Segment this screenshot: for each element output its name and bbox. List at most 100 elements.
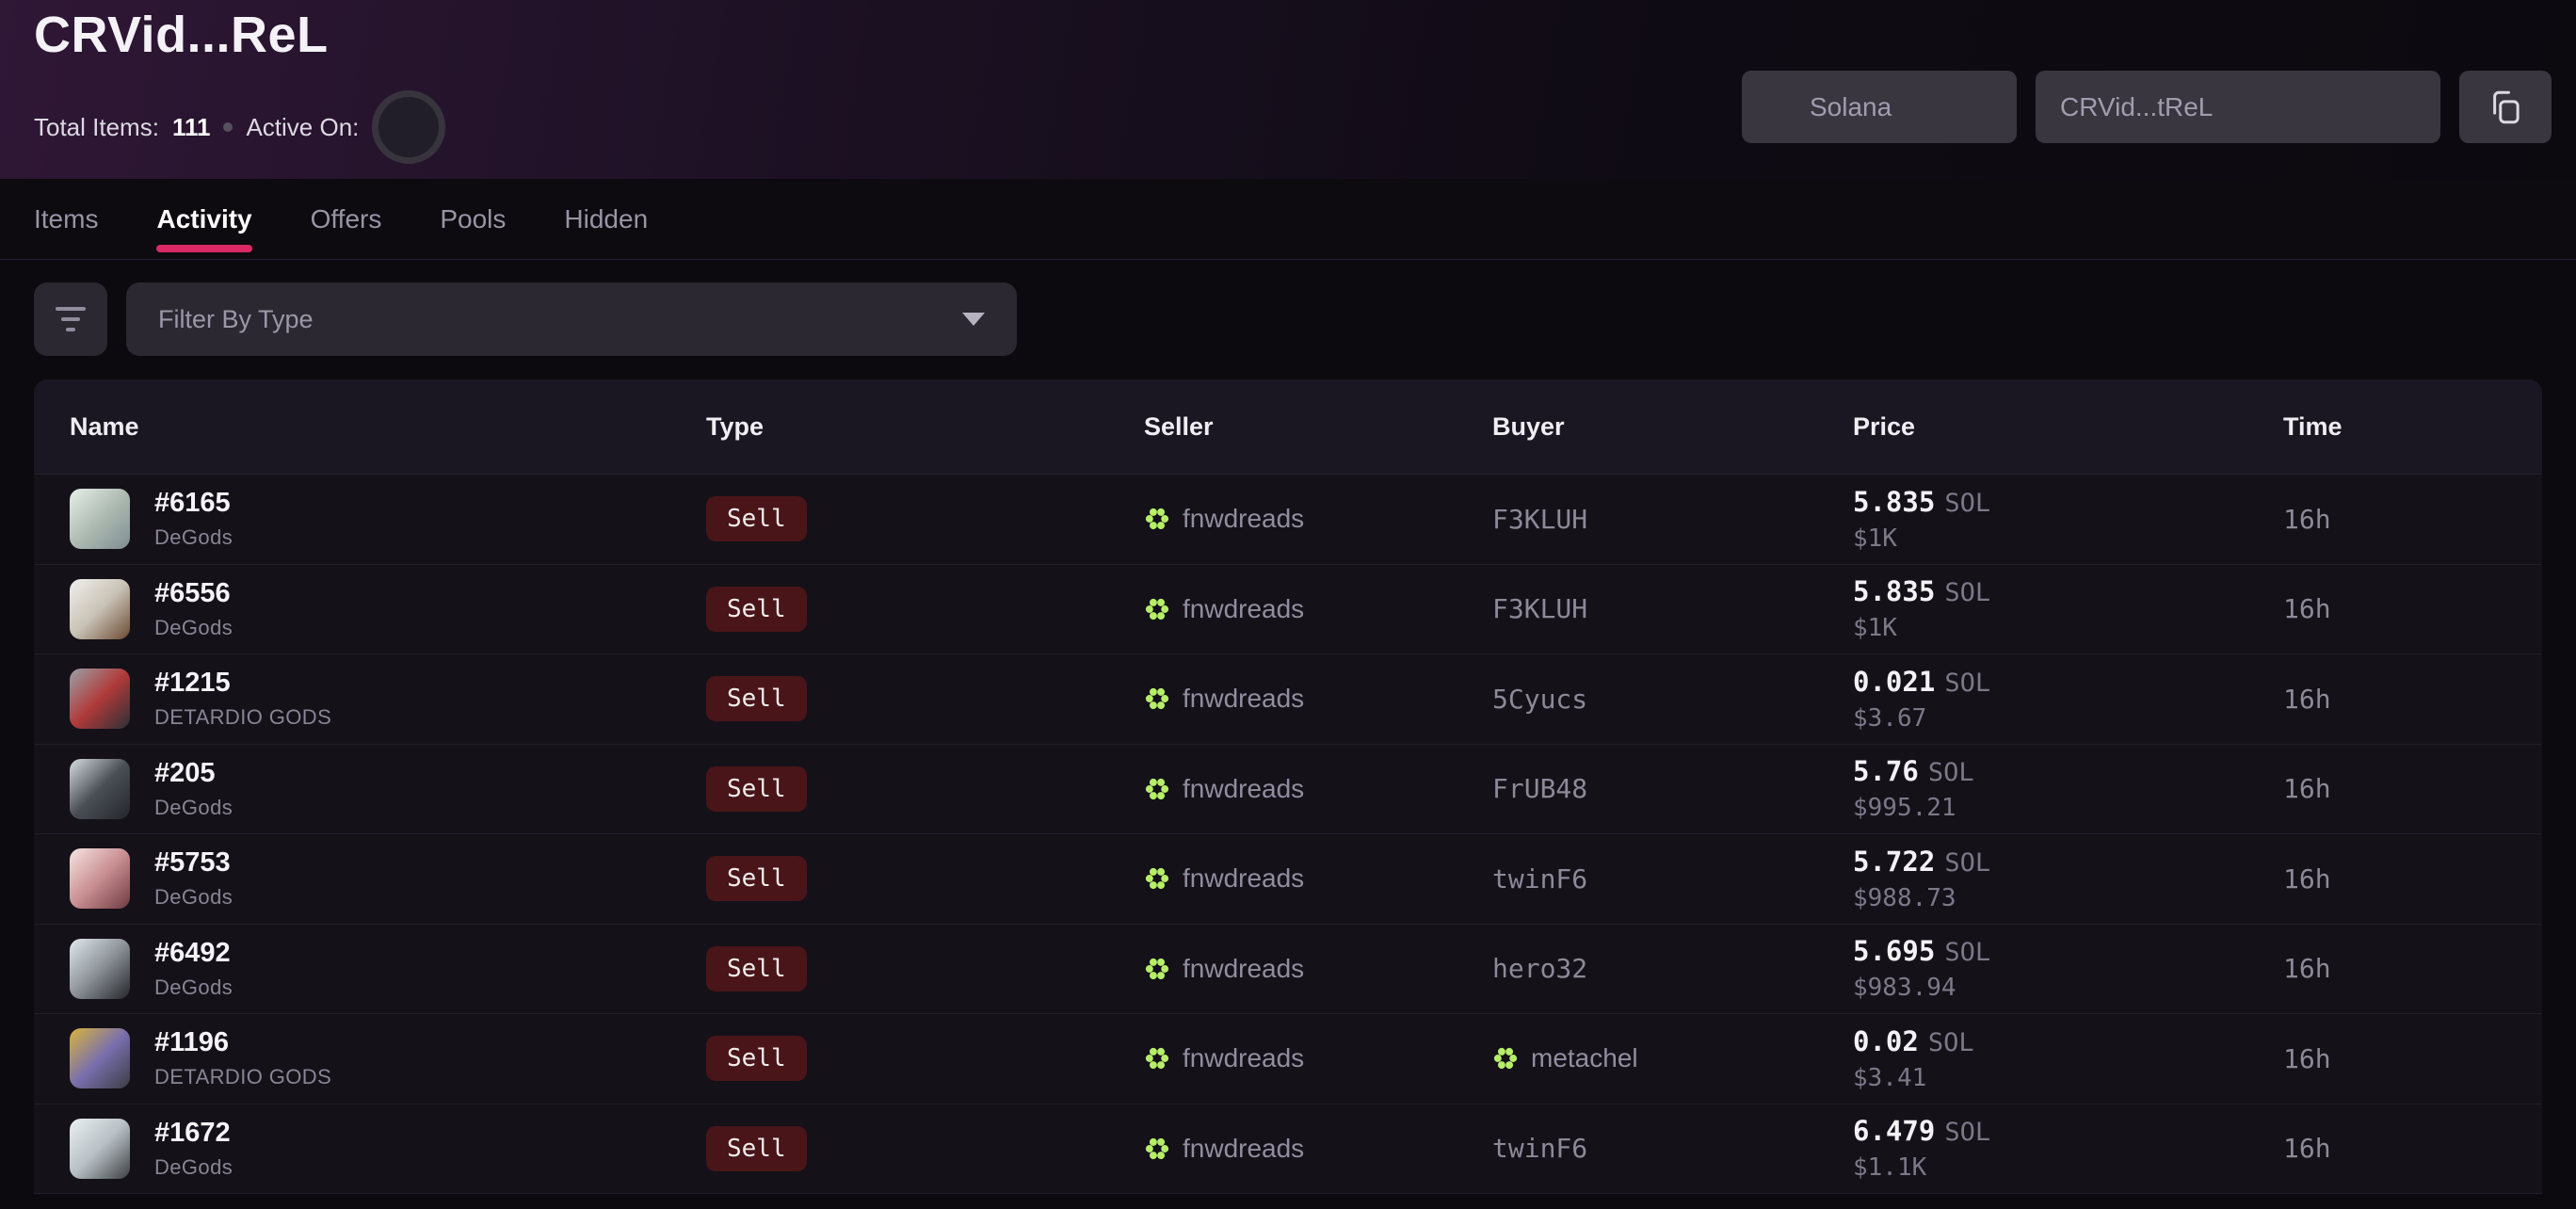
seller-name: fnwdreads: [1183, 1134, 1304, 1164]
nft-name-cell[interactable]: #5753 DeGods: [70, 847, 706, 910]
buyer-name: metachel: [1531, 1043, 1638, 1073]
price-cell: 5.835 SOL $1K: [1853, 575, 2283, 642]
col-type: Type: [706, 412, 1144, 442]
copy-icon: [2486, 88, 2525, 127]
seller-cell[interactable]: fnwdreads: [1144, 863, 1492, 894]
table-row[interactable]: #5753 DeGods Sell fnwdreads twinF6: [34, 834, 2542, 925]
price-sol-value: 0.021: [1853, 666, 1935, 698]
nft-token-id: #205: [154, 758, 233, 789]
sell-type-badge: Sell: [706, 496, 807, 541]
price-cell: 5.76 SOL $995.21: [1853, 755, 2283, 822]
seller-name: fnwdreads: [1183, 684, 1304, 714]
table-row[interactable]: #6556 DeGods Sell fnwdreads F3KLUH: [34, 565, 2542, 655]
type-cell: Sell: [706, 496, 1144, 541]
time-cell: 16h: [2283, 1043, 2506, 1074]
buyer-cell[interactable]: hero32: [1492, 953, 1853, 984]
price-sol-value: 5.76: [1853, 755, 1919, 787]
nft-thumbnail[interactable]: [70, 848, 130, 909]
type-cell: Sell: [706, 766, 1144, 812]
table-row[interactable]: #6492 DeGods Sell fnwdreads hero32: [34, 925, 2542, 1015]
seller-cell[interactable]: fnwdreads: [1144, 1134, 1492, 1164]
buyer-cell[interactable]: metachel: [1492, 1043, 1853, 1073]
price-usd-value: $1K: [1853, 524, 2283, 553]
nft-token-id: #1215: [154, 668, 331, 699]
table-row[interactable]: #1215 DETARDIO GODS Sell fnwdreads: [34, 654, 2542, 745]
seller-name: fnwdreads: [1183, 774, 1304, 804]
tab-items[interactable]: Items: [34, 179, 98, 259]
dot-separator: [223, 122, 233, 132]
seller-cell[interactable]: fnwdreads: [1144, 684, 1492, 714]
buyer-cell[interactable]: F3KLUH: [1492, 504, 1853, 535]
filter-button[interactable]: [34, 282, 107, 356]
buyer-cell[interactable]: twinF6: [1492, 863, 1853, 895]
activity-table: Name Type Seller Buyer Price Time #6165 …: [34, 379, 2542, 1194]
solana-chain-badge[interactable]: [372, 90, 445, 164]
tab-pools[interactable]: Pools: [440, 179, 506, 259]
seller-name: fnwdreads: [1183, 863, 1304, 894]
nft-token-id: #6165: [154, 488, 233, 519]
nft-thumbnail[interactable]: [70, 759, 130, 819]
buyer-cell[interactable]: F3KLUH: [1492, 593, 1853, 624]
nft-thumbnail[interactable]: [70, 939, 130, 999]
nft-thumbnail[interactable]: [70, 579, 130, 639]
nft-name-cell[interactable]: #6556 DeGods: [70, 578, 706, 640]
filter-by-type-dropdown[interactable]: Filter By Type: [126, 282, 1017, 356]
nft-name-cell[interactable]: #205 DeGods: [70, 758, 706, 820]
seller-cell[interactable]: fnwdreads: [1144, 504, 1492, 534]
nft-name-cell[interactable]: #6492 DeGods: [70, 938, 706, 1000]
price-cell: 6.479 SOL $1.1K: [1853, 1115, 2283, 1182]
seller-cell[interactable]: fnwdreads: [1144, 1043, 1492, 1073]
buyer-cell[interactable]: FrUB48: [1492, 773, 1853, 804]
seller-cell[interactable]: fnwdreads: [1144, 774, 1492, 804]
nft-token-id: #6556: [154, 578, 233, 609]
seller-verified-flower-icon: [1144, 1045, 1170, 1072]
activity-filter-row: Filter By Type: [0, 282, 2576, 356]
tab-hidden[interactable]: Hidden: [564, 179, 648, 259]
seller-cell[interactable]: fnwdreads: [1144, 594, 1492, 624]
buyer-cell[interactable]: 5Cyucs: [1492, 684, 1853, 715]
table-row[interactable]: #6165 DeGods Sell fnwdreads F3KLUH: [34, 475, 2542, 565]
seller-cell[interactable]: fnwdreads: [1144, 954, 1492, 984]
sell-type-badge: Sell: [706, 766, 807, 812]
seller-name: fnwdreads: [1183, 954, 1304, 984]
copy-address-button[interactable]: [2459, 71, 2552, 143]
seller-verified-flower-icon: [1144, 596, 1170, 622]
nft-token-id: #1196: [154, 1027, 331, 1058]
nft-thumbnail[interactable]: [70, 489, 130, 549]
nft-name-cell[interactable]: #1215 DETARDIO GODS: [70, 668, 706, 730]
table-row[interactable]: #1672 DeGods Sell fnwdreads twinF6: [34, 1104, 2542, 1195]
seller-name: fnwdreads: [1183, 504, 1304, 534]
chevron-down-icon: [962, 313, 985, 326]
activity-table-body: #6165 DeGods Sell fnwdreads F3KLUH: [34, 475, 2542, 1194]
price-usd-value: $3.67: [1853, 704, 2283, 733]
nft-thumbnail[interactable]: [70, 669, 130, 729]
collection-address-field[interactable]: CRVid...tReL: [2036, 71, 2440, 143]
table-row[interactable]: #1196 DETARDIO GODS Sell fnwdreads: [34, 1014, 2542, 1104]
nft-name-cell[interactable]: #1196 DETARDIO GODS: [70, 1027, 706, 1089]
price-usd-value: $995.21: [1853, 794, 2283, 822]
time-cell: 16h: [2283, 1133, 2506, 1164]
time-cell: 16h: [2283, 863, 2506, 895]
time-cell: 16h: [2283, 684, 2506, 715]
nft-thumbnail[interactable]: [70, 1119, 130, 1179]
chain-select[interactable]: Solana: [1742, 71, 2017, 143]
tab-activity[interactable]: Activity: [156, 179, 251, 259]
buyer-cell[interactable]: twinF6: [1492, 1133, 1853, 1164]
price-cell: 5.722 SOL $988.73: [1853, 846, 2283, 912]
seller-verified-flower-icon: [1144, 776, 1170, 802]
nft-name-cell[interactable]: #6165 DeGods: [70, 488, 706, 550]
price-currency: SOL: [1944, 578, 1990, 607]
price-sol-value: 5.835: [1853, 575, 1935, 607]
price-sol-value: 5.695: [1853, 935, 1935, 967]
price-sol-value: 0.02: [1853, 1025, 1919, 1057]
table-row[interactable]: #205 DeGods Sell fnwdreads FrUB48: [34, 745, 2542, 835]
nft-name-cell[interactable]: #1672 DeGods: [70, 1118, 706, 1180]
type-cell: Sell: [706, 856, 1144, 901]
chain-select-value: Solana: [1810, 92, 1892, 122]
col-price: Price: [1853, 412, 2283, 442]
price-sol-value: 6.479: [1853, 1115, 1935, 1147]
tab-offers[interactable]: Offers: [311, 179, 382, 259]
nft-thumbnail[interactable]: [70, 1028, 130, 1088]
type-cell: Sell: [706, 1126, 1144, 1171]
price-sol-value: 5.722: [1853, 846, 1935, 878]
